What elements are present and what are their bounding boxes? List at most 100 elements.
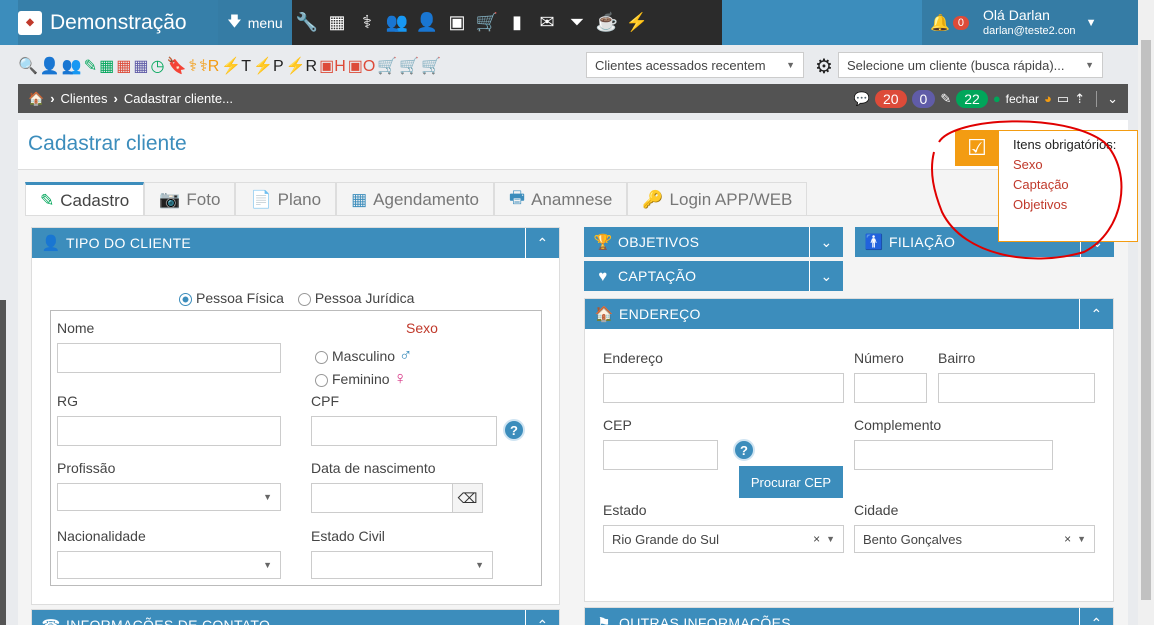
calendar-icon[interactable]: ▦	[322, 12, 352, 33]
clear-icon[interactable]: ×	[1064, 532, 1071, 546]
chevron-down-icon[interactable]: ⌄	[809, 227, 843, 257]
money-icon[interactable]: ▣	[442, 12, 472, 33]
breadcrumb-clients[interactable]: Clientes	[61, 91, 108, 106]
user-plus-icon[interactable]: 👤	[412, 12, 442, 33]
cpf-input[interactable]	[311, 416, 497, 446]
tab-plano[interactable]: 📄 Plano	[235, 182, 337, 216]
users-icon[interactable]: 👥	[382, 12, 412, 33]
count-badge-purple[interactable]: 0	[911, 89, 936, 108]
profession-select[interactable]: ▼	[57, 483, 281, 511]
sex-female-option[interactable]: Feminino ♀	[315, 368, 407, 389]
fire-extinguisher-icon[interactable]: ⇡	[1074, 91, 1085, 107]
eraser-icon[interactable]: ⌫	[452, 483, 483, 513]
objectives-header[interactable]: 🏆 OBJETIVOS ⌄	[584, 227, 843, 257]
capture-header[interactable]: ♥ CAPTAÇÃO ⌄	[584, 261, 843, 291]
radio-off-icon[interactable]	[297, 292, 311, 306]
envelope-icon[interactable]: ✉	[532, 12, 562, 33]
state-select[interactable]: Rio Grande do Sul × ▼	[603, 525, 844, 553]
chevron-down-icon[interactable]: ⌄	[809, 261, 843, 291]
chat-icon[interactable]: 💬	[854, 91, 870, 107]
shortcut-icon[interactable]: ◷	[151, 57, 165, 77]
search-cep-button[interactable]: Procurar CEP	[739, 466, 843, 498]
clear-icon[interactable]: ×	[813, 532, 820, 546]
tab-agendamento[interactable]: ▦ Agendamento	[336, 182, 495, 216]
shortcut-icon[interactable]: 🔍	[18, 57, 38, 77]
dashboard-icon[interactable]: ◕	[1044, 91, 1052, 106]
count-badge-red[interactable]: 20	[874, 89, 907, 108]
chevron-up-icon[interactable]: ⌃	[525, 228, 559, 258]
menu-button[interactable]: 🡇 menu	[218, 0, 292, 45]
count-badge-green[interactable]: 22	[956, 89, 988, 108]
number-input[interactable]	[854, 373, 927, 403]
civil-status-select[interactable]: ▼	[311, 551, 493, 579]
sex-male-option[interactable]: Masculino ♂	[315, 345, 412, 366]
chevron-down-icon[interactable]: ▼	[1086, 17, 1097, 29]
filter-icon[interactable]: ⏷	[562, 12, 592, 33]
home-icon[interactable]: 🏠	[28, 91, 44, 107]
shortcut-icon[interactable]: ⚕	[188, 57, 197, 77]
radio-legal[interactable]: Pessoa Jurídica	[297, 290, 414, 306]
pencil-icon[interactable]: ✎	[940, 91, 951, 107]
shortcut-icon[interactable]: 👤	[40, 57, 60, 77]
shortcut-icon[interactable]: ▦	[99, 57, 114, 77]
name-input[interactable]	[57, 343, 281, 373]
contact-header[interactable]: ☎ INFORMAÇÕES DE CONTATO ⌃	[32, 610, 559, 625]
tab-anamnese[interactable]: 🖶 Anamnese	[494, 182, 628, 216]
rg-input[interactable]	[57, 416, 281, 446]
birth-date-input[interactable]	[311, 483, 453, 513]
close-link[interactable]: fechar	[1006, 92, 1039, 106]
scrollbar[interactable]	[1138, 0, 1154, 625]
user-menu[interactable]: 🔔 0 Olá Darlan darlan@teste2.con ▼	[922, 0, 1138, 45]
shortcut-icon[interactable]: 🛒	[399, 57, 419, 77]
radio-physical[interactable]: Pessoa Física	[179, 290, 284, 306]
help-icon[interactable]: ?	[503, 419, 525, 441]
address-header[interactable]: 🏠 ENDEREÇO ⌃	[585, 299, 1113, 329]
laptop-icon[interactable]: ▭	[1057, 91, 1069, 107]
shortcut-icon[interactable]: ▦	[116, 57, 131, 77]
street-input[interactable]	[603, 373, 844, 403]
shortcut-icon[interactable]: ⚡R	[286, 57, 317, 77]
stethoscope-icon[interactable]: ⚕	[352, 12, 382, 33]
shortcut-icon[interactable]: 👥	[62, 57, 82, 77]
chevron-up-icon[interactable]: ⌃	[525, 610, 559, 625]
shortcut-icon[interactable]: ⚕R	[199, 57, 219, 77]
shortcut-icon[interactable]: 🔖	[167, 57, 187, 77]
app-brand[interactable]: ◆ Demonstração	[18, 0, 218, 45]
tab-foto[interactable]: 📷 Foto	[144, 182, 236, 216]
other-info-header[interactable]: ⚑ OUTRAS INFORMAÇÕES ⌃	[585, 608, 1113, 625]
complement-input[interactable]	[854, 440, 1053, 470]
shortcut-icon[interactable]: ⚡P	[253, 57, 284, 77]
gear-icon[interactable]: ⚙	[815, 54, 833, 79]
nationality-select[interactable]: ▼	[57, 551, 281, 579]
shortcut-icon[interactable]: 🛒	[377, 57, 397, 77]
shortcut-icon[interactable]: ▣O	[348, 57, 376, 77]
chevron-down-icon[interactable]: ⌄	[1096, 90, 1128, 107]
coffee-icon[interactable]: ☕	[592, 12, 622, 33]
cart-icon[interactable]: 🛒	[472, 12, 502, 33]
radio-male[interactable]	[315, 350, 328, 364]
radio-female[interactable]	[315, 373, 328, 387]
recent-clients-select[interactable]: Clientes acessados recentem ▼	[586, 52, 804, 78]
shortcut-icon[interactable]: ⚡T	[221, 57, 251, 77]
shortcut-icon[interactable]: ✎	[84, 57, 97, 77]
scrollbar-thumb[interactable]	[1141, 40, 1151, 600]
tab-login-app-web[interactable]: 🔑 Login APP/WEB	[627, 182, 808, 216]
tab-cadastro[interactable]: ✎ Cadastro	[25, 182, 145, 216]
bolt-icon[interactable]: ⚡	[622, 12, 652, 33]
shortcut-icon[interactable]: ▦	[133, 57, 148, 77]
nationality-label: Nacionalidade	[57, 528, 146, 544]
shortcut-icon[interactable]: 🛒	[421, 57, 441, 77]
quick-client-search-select[interactable]: Selecione um cliente (busca rápida)... ▼	[838, 52, 1103, 78]
city-select[interactable]: Bento Gonçalves × ▼	[854, 525, 1095, 553]
cep-input[interactable]	[603, 440, 718, 470]
radio-on-icon[interactable]	[179, 292, 192, 306]
shortcut-icon[interactable]: ▣H	[319, 57, 346, 77]
district-input[interactable]	[938, 373, 1095, 403]
chevron-up-icon[interactable]: ⌃	[1079, 608, 1113, 625]
bell-icon[interactable]: 🔔	[930, 13, 950, 33]
wrench-icon[interactable]: 🔧	[292, 12, 322, 33]
help-icon[interactable]: ?	[733, 439, 755, 461]
chevron-up-icon[interactable]: ⌃	[1079, 299, 1113, 329]
file-icon[interactable]: ▮	[502, 12, 532, 33]
client-type-header[interactable]: 👤 TIPO DO CLIENTE ⌃	[32, 228, 559, 258]
